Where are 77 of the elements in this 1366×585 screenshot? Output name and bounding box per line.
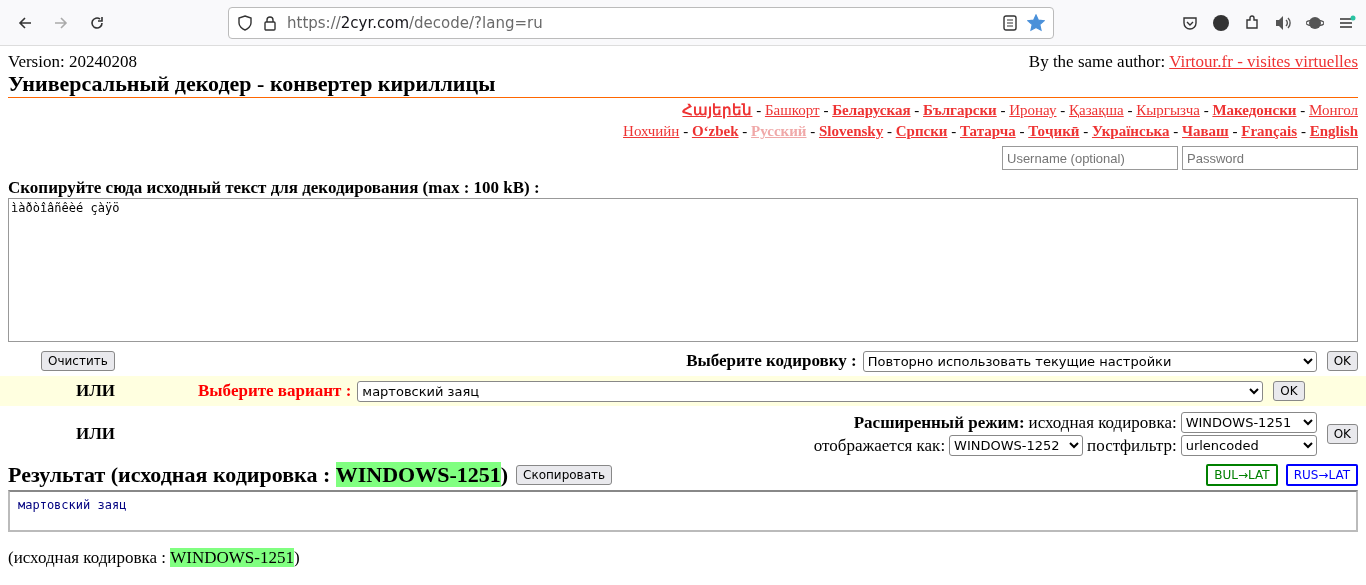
language-link[interactable]: Հայերեն	[682, 102, 753, 118]
source-encoding-select[interactable]: WINDOWS-1251	[1180, 412, 1317, 433]
ok-button[interactable]: OK	[1326, 351, 1358, 371]
separator-text: -	[886, 123, 892, 139]
address-bar[interactable]: https://2cyr.com/decode/?lang=ru	[228, 6, 1054, 39]
variant-select[interactable]: мартовский заяц	[357, 380, 1264, 402]
language-link[interactable]: Чаваш	[1182, 123, 1229, 139]
postfilter-select[interactable]: urlencoded	[1180, 435, 1317, 456]
menu-icon[interactable]	[1338, 14, 1356, 31]
separator-text: -	[742, 123, 748, 139]
transliterate-button[interactable]: BUL→LAT	[1206, 464, 1278, 486]
encoding-select[interactable]: Повторно использовать текущие настройки	[862, 350, 1317, 372]
source-encoding-label: исходная кодировка:	[1028, 412, 1177, 433]
ok-button[interactable]: OK	[1326, 424, 1358, 444]
clear-button[interactable]: Очистить	[41, 351, 115, 371]
source-text-field[interactable]: ìàðòîâñêèé çàÿö	[8, 198, 1358, 342]
shield-icon	[237, 14, 253, 31]
display-as-label: отображается как:	[813, 435, 946, 456]
result-text: мартовский заяц	[8, 490, 1358, 532]
or-label: ИЛИ	[74, 424, 117, 444]
reader-view-icon[interactable]	[1003, 14, 1017, 31]
language-link[interactable]: English	[1309, 123, 1358, 139]
language-link[interactable]: Тоҷикӣ	[1028, 123, 1080, 139]
separator-text: -	[951, 123, 957, 139]
pocket-icon[interactable]	[1182, 14, 1198, 31]
language-link[interactable]: Кыргызча	[1136, 102, 1200, 118]
language-link[interactable]: O‘zbek	[691, 123, 739, 139]
separator-text: -	[683, 123, 689, 139]
star-icon[interactable]	[1027, 13, 1045, 32]
display-encoding-select[interactable]: WINDOWS-1252	[949, 435, 1084, 456]
author-label: By the same author:	[1028, 52, 1166, 71]
variant-label: Выберите вариант :	[198, 381, 352, 401]
separator-text: -	[1000, 102, 1006, 118]
language-link[interactable]: Иронау	[1009, 102, 1057, 118]
separator-text: -	[1300, 123, 1306, 139]
result-title: Результат (исходная кодировка : WINDOWS-1251)	[8, 462, 509, 488]
transliterate-button[interactable]: RUS→LAT	[1285, 464, 1358, 486]
language-link[interactable]: Нохчийн	[623, 123, 680, 139]
version-text: Version: 20240208	[8, 52, 137, 72]
language-link[interactable]: Башкорт	[764, 102, 820, 118]
language-link[interactable]: Српски	[895, 123, 948, 139]
separator-text: -	[1083, 123, 1089, 139]
separator-text: -	[1060, 102, 1066, 118]
source-label: Скопируйте сюда исходный текст для декодирования (max : 100 kB) :	[8, 178, 541, 198]
url-text: https://2cyr.com/decode/?lang=ru	[287, 13, 544, 32]
separator-text: -	[1300, 102, 1306, 118]
username-field[interactable]: Username (optional)	[1002, 146, 1178, 170]
separator-text: -	[810, 123, 816, 139]
or-label: ИЛИ	[74, 381, 117, 401]
language-link[interactable]: Македонски	[1212, 102, 1297, 118]
separator-text: -	[756, 102, 762, 118]
language-link[interactable]: Монгол	[1308, 102, 1358, 118]
advanced-mode-label: Расширенный режим:	[853, 412, 1025, 433]
separator-text: -	[1173, 123, 1179, 139]
password-field[interactable]: Password	[1182, 146, 1358, 170]
language-link[interactable]: Français	[1241, 123, 1298, 139]
author-link[interactable]: Virtour.fr - visites virtuelles	[1169, 52, 1358, 71]
separator-text: -	[1127, 102, 1133, 118]
language-link[interactable]: Қазақша	[1069, 102, 1124, 118]
postfilter-label: постфильтр:	[1087, 435, 1177, 456]
encoding-label: Выберите кодировку :	[686, 351, 857, 371]
ok-button[interactable]: OK	[1273, 381, 1305, 401]
speaker-icon[interactable]	[1274, 14, 1292, 31]
language-link[interactable]: Беларуская	[832, 102, 911, 118]
separator-text: -	[914, 102, 920, 118]
page-title: Универсальный декодер - конвертер кириллицы	[8, 72, 1358, 98]
separator-text: -	[1203, 102, 1209, 118]
lock-icon	[263, 14, 277, 31]
language-link[interactable]: Українська	[1091, 123, 1170, 139]
separator-text: -	[823, 102, 829, 118]
separator-text: -	[1232, 123, 1238, 139]
language-link[interactable]: Slovensky	[819, 123, 884, 139]
footer-encoding-text: (исходная кодировка : WINDOWS-1251)	[8, 548, 301, 568]
copy-button[interactable]: Скопировать	[516, 465, 613, 485]
language-link[interactable]: Български	[923, 102, 997, 118]
language-link[interactable]: Татарча	[960, 123, 1016, 139]
separator-text: -	[1019, 123, 1025, 139]
